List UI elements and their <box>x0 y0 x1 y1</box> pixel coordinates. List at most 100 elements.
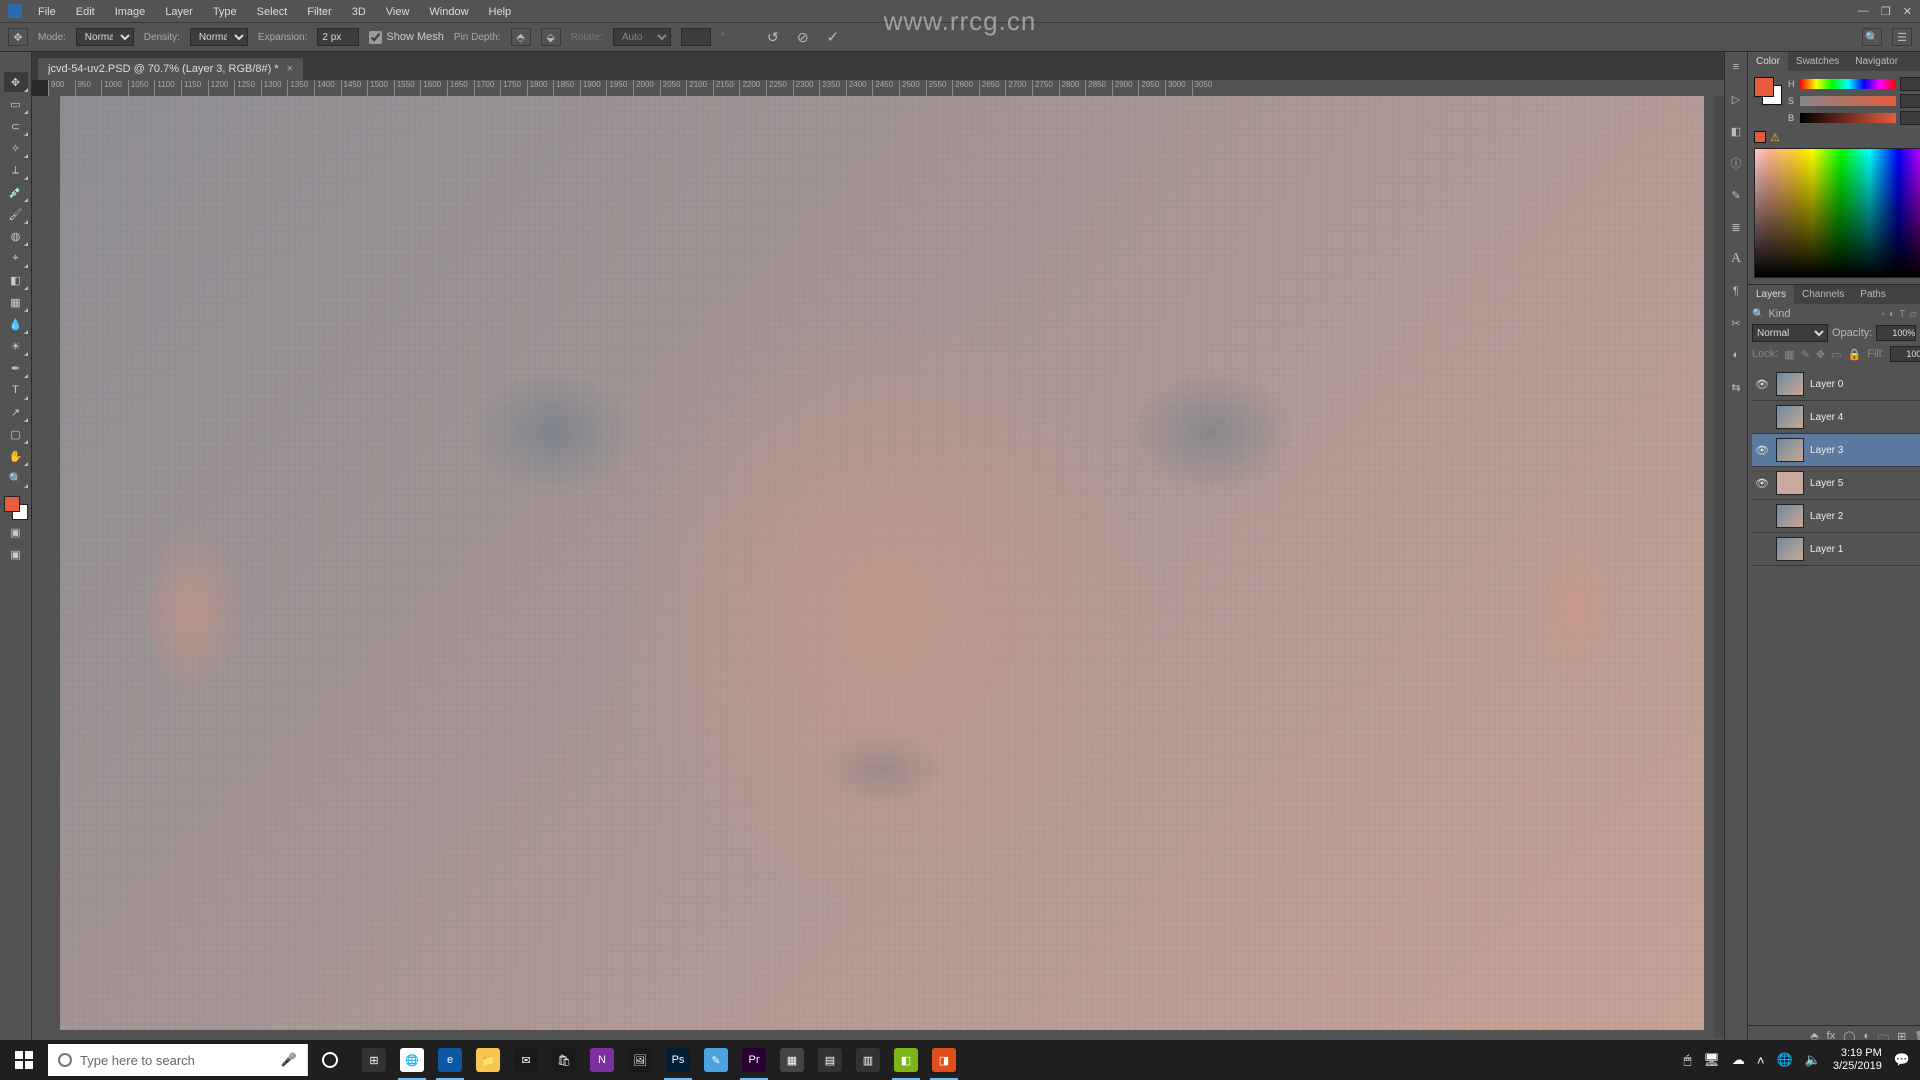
layer-row[interactable]: Layer 2 <box>1752 500 1920 533</box>
layer-thumbnail[interactable] <box>1776 372 1804 396</box>
layer-thumbnail[interactable] <box>1776 405 1804 429</box>
bri-input[interactable] <box>1900 111 1920 125</box>
taskbar-notes[interactable]: ✎ <box>698 1040 734 1080</box>
menu-3d[interactable]: 3D <box>344 2 374 22</box>
tray-mouse-icon[interactable]: 🖱 <box>1684 1052 1692 1068</box>
shape-tool[interactable]: ▢ <box>4 424 28 444</box>
layer-row[interactable]: Layer 1 <box>1752 533 1920 566</box>
lock-pixels-icon[interactable]: ✎ <box>1801 348 1810 361</box>
filter-shape-icon[interactable]: ▱ <box>1909 309 1917 320</box>
scrollbar-vertical[interactable] <box>1714 96 1724 1038</box>
zoom-tool[interactable]: 🔍 <box>4 468 28 488</box>
character-panel-icon[interactable]: A <box>1725 248 1747 270</box>
start-button[interactable] <box>0 1040 48 1080</box>
lock-pos-icon[interactable]: ✥ <box>1816 348 1825 361</box>
crop-tool[interactable]: ⟂ <box>4 160 28 180</box>
menu-type[interactable]: Type <box>205 2 245 22</box>
close-button[interactable]: ✕ <box>1903 5 1912 18</box>
layer-name[interactable]: Layer 3 <box>1810 445 1843 456</box>
lock-artboard-icon[interactable]: ▭ <box>1831 348 1841 361</box>
menu-view[interactable]: View <box>378 2 418 22</box>
pen-tool[interactable]: ✒ <box>4 358 28 378</box>
taskbar-task-view[interactable]: ⊞ <box>356 1040 392 1080</box>
paragraph-panel-icon[interactable]: ≣ <box>1725 216 1747 238</box>
history-panel-icon[interactable]: ≡ <box>1725 56 1747 78</box>
dodge-tool[interactable]: ☀ <box>4 336 28 356</box>
pin-forward-button[interactable]: ⬘ <box>511 28 531 46</box>
taskbar-clock[interactable]: 3:19 PM 3/25/2019 <box>1833 1047 1882 1073</box>
color-spectrum[interactable] <box>1754 148 1920 278</box>
layer-row[interactable]: Layer 4 <box>1752 401 1920 434</box>
pin-back-button[interactable]: ⬙ <box>541 28 561 46</box>
expansion-input[interactable] <box>317 28 359 46</box>
cortana-button[interactable] <box>308 1040 352 1080</box>
filter-type-icon[interactable]: T <box>1899 309 1905 320</box>
visibility-toggle[interactable]: 👁 <box>1754 477 1770 490</box>
blend-mode-select[interactable]: Normal <box>1752 324 1828 342</box>
fg-color[interactable] <box>4 496 20 512</box>
tray-cloud-icon[interactable]: ☁ <box>1732 1052 1745 1068</box>
menu-layer[interactable]: Layer <box>157 2 201 22</box>
filter-kind-icon[interactable]: 🔍 <box>1752 309 1764 320</box>
panel-tab-swatches[interactable]: Swatches <box>1788 52 1847 71</box>
taskbar-premiere[interactable]: Pr <box>736 1040 772 1080</box>
brush-panel-icon[interactable]: ✎ <box>1725 184 1747 206</box>
search-icon[interactable]: 🔍 <box>1862 28 1882 46</box>
filter-pixel-icon[interactable]: ▫ <box>1882 309 1886 320</box>
taskbar-edge[interactable]: e <box>432 1040 468 1080</box>
lock-trans-icon[interactable]: ▦ <box>1784 348 1794 361</box>
fg-color-swatch[interactable] <box>1754 77 1774 97</box>
layer-row[interactable]: 👁 Layer 0 <box>1752 368 1920 401</box>
lock-all-icon[interactable]: 🔒 <box>1848 348 1862 361</box>
sat-slider[interactable] <box>1800 96 1896 106</box>
panel-tab-navigator[interactable]: Navigator <box>1847 52 1906 71</box>
canvas-viewport[interactable] <box>48 96 1714 1038</box>
layer-name[interactable]: Layer 1 <box>1810 544 1843 555</box>
quickmask-tool[interactable]: ▣ <box>4 522 28 542</box>
menu-file[interactable]: File <box>30 2 64 22</box>
showmesh-checkbox[interactable]: Show Mesh <box>369 31 443 44</box>
layer-thumbnail[interactable] <box>1776 471 1804 495</box>
styles-panel-icon[interactable]: ◐ <box>1725 344 1747 366</box>
layer-thumbnail[interactable] <box>1776 438 1804 462</box>
marquee-tool[interactable]: ▭ <box>4 94 28 114</box>
mic-icon[interactable]: 🎤 <box>281 1052 297 1068</box>
path-tool[interactable]: ↗ <box>4 402 28 422</box>
panel-tab-color[interactable]: Color <box>1748 52 1788 71</box>
taskbar-explorer[interactable]: 📁 <box>470 1040 506 1080</box>
tray-up-icon[interactable]: ˄ <box>1757 1053 1765 1068</box>
clone-tool[interactable]: ⌖ <box>4 248 28 268</box>
layer-name[interactable]: Layer 2 <box>1810 511 1843 522</box>
hue-input[interactable] <box>1900 77 1920 91</box>
taskbar-app3[interactable]: ▥ <box>850 1040 886 1080</box>
taskbar-mail[interactable]: ✉ <box>508 1040 544 1080</box>
layer-thumbnail[interactable] <box>1776 537 1804 561</box>
density-select[interactable]: Normal <box>190 28 248 46</box>
blur-tool[interactable]: 💧 <box>4 314 28 334</box>
taskbar-photos[interactable]: 🖼 <box>622 1040 658 1080</box>
wand-tool[interactable]: ✧ <box>4 138 28 158</box>
tray-network-icon[interactable]: 🌐 <box>1777 1052 1793 1068</box>
layer-name[interactable]: Layer 0 <box>1810 379 1843 390</box>
filter-adjust-icon[interactable]: ◐ <box>1889 309 1895 320</box>
fg-bg-colors[interactable] <box>4 496 28 520</box>
layer-row[interactable]: 👁 Layer 3 <box>1752 434 1920 467</box>
visibility-toggle[interactable]: 👁 <box>1754 378 1770 391</box>
panel-tab-paths[interactable]: Paths <box>1852 285 1894 304</box>
taskbar-search[interactable]: Type here to search 🎤 <box>48 1044 308 1076</box>
hand-tool[interactable]: ✋ <box>4 446 28 466</box>
properties-panel-icon[interactable]: ◧ <box>1725 120 1747 142</box>
angle-input[interactable] <box>681 28 711 46</box>
menu-image[interactable]: Image <box>107 2 154 22</box>
fg-bg-swatch[interactable] <box>1754 77 1782 105</box>
taskbar-store[interactable]: 🛍 <box>546 1040 582 1080</box>
warp-tool-icon[interactable]: ✥ <box>8 28 28 46</box>
visibility-toggle[interactable]: 👁 <box>1754 444 1770 457</box>
panel-tab-layers[interactable]: Layers <box>1748 285 1794 304</box>
sat-input[interactable] <box>1900 94 1920 108</box>
menu-filter[interactable]: Filter <box>299 2 339 22</box>
menu-edit[interactable]: Edit <box>68 2 103 22</box>
actions-panel-icon[interactable]: ▷ <box>1725 88 1747 110</box>
menu-window[interactable]: Window <box>421 2 476 22</box>
taskbar-camtasia-g[interactable]: ◧ <box>888 1040 924 1080</box>
